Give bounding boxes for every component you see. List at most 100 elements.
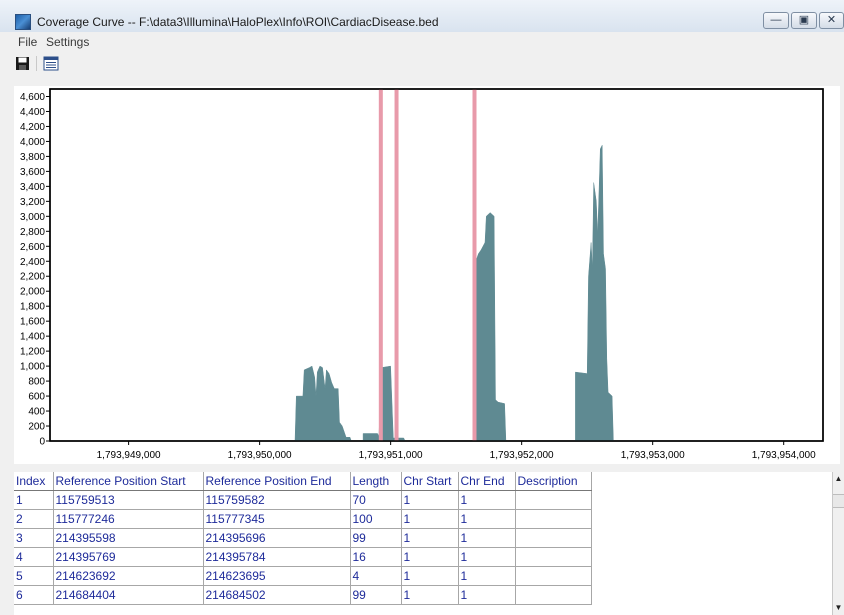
y-tick-label: 3,800: [20, 152, 45, 163]
table-cell[interactable]: 1: [458, 528, 516, 548]
table-row[interactable]: 6 214684404 214684502 99 1 1: [14, 585, 592, 605]
table-cell[interactable]: 214395784: [203, 547, 351, 567]
table-cell[interactable]: 3: [14, 528, 54, 548]
scroll-thumb[interactable]: [833, 494, 844, 508]
window-title: Coverage Curve -- F:\data3\Illumina\Halo…: [37, 15, 439, 29]
table-cell[interactable]: 214395696: [203, 528, 351, 548]
close-icon: ✕: [826, 14, 837, 26]
coverage-chart-svg: 0 200 400 600 800 1,000 1,200 1,400 1,600 1,800 2,…: [20, 88, 824, 461]
y-tick-label: 3,200: [20, 197, 45, 208]
table-cell[interactable]: 1: [401, 528, 459, 548]
y-tick-label: 2,600: [20, 242, 45, 253]
restore-button[interactable]: ▣: [791, 12, 817, 29]
column-header[interactable]: Reference Position End: [203, 472, 351, 491]
table-cell[interactable]: 99: [350, 585, 402, 605]
x-tick-label: 1,793,952,000: [490, 450, 554, 461]
menu-bar: File Settings: [0, 34, 844, 50]
menu-file[interactable]: File: [18, 35, 37, 49]
table-cell[interactable]: 1: [458, 547, 516, 567]
coverage-chart[interactable]: 0 200 400 600 800 1,000 1,200 1,400 1,600 1,800 2,…: [14, 86, 840, 464]
y-tick-label: 2,200: [20, 272, 45, 283]
table-cell[interactable]: [515, 528, 592, 548]
table-cell[interactable]: 70: [350, 490, 402, 510]
table-cell[interactable]: 1: [458, 585, 516, 605]
save-button[interactable]: [14, 55, 32, 72]
table-cell[interactable]: 214623695: [203, 566, 351, 586]
regions-table[interactable]: Index Reference Position Start Reference P…: [14, 472, 592, 605]
column-header[interactable]: Reference Position Start: [53, 472, 204, 491]
table-cell[interactable]: 115759582: [203, 490, 351, 510]
table-cell[interactable]: 115759513: [53, 490, 204, 510]
table-row[interactable]: 1 115759513 115759582 70 1 1: [14, 490, 592, 510]
x-tick-label: 1,793,950,000: [228, 450, 292, 461]
y-tick-label: 4,200: [20, 122, 45, 133]
y-tick-label: 4,400: [20, 107, 45, 118]
table-cell[interactable]: 100: [350, 509, 402, 529]
table-cell[interactable]: 1: [458, 566, 516, 586]
table-cell[interactable]: 5: [14, 566, 54, 586]
table-cell[interactable]: 1: [401, 585, 459, 605]
table-cell[interactable]: [515, 585, 592, 605]
table-row[interactable]: 5 214623692 214623695 4 1 1: [14, 566, 592, 586]
table-cell[interactable]: 1: [401, 566, 459, 586]
close-button[interactable]: ✕: [819, 12, 844, 29]
table-cell[interactable]: [515, 566, 592, 586]
table-view-button[interactable]: [42, 55, 60, 72]
table-header-row: Index Reference Position Start Reference P…: [14, 472, 592, 491]
y-tick-label: 4,600: [20, 92, 45, 103]
regions-table-container: Index Reference Position Start Reference P…: [14, 472, 832, 615]
table-cell[interactable]: 2: [14, 509, 54, 529]
y-tick-label: 2,400: [20, 257, 45, 268]
table-row[interactable]: 4 214395769 214395784 16 1 1: [14, 547, 592, 567]
y-tick-label: 1,200: [20, 347, 45, 358]
minimize-button[interactable]: —: [763, 12, 789, 29]
column-header[interactable]: Description: [515, 472, 592, 491]
scroll-up-icon[interactable]: ▲: [833, 472, 844, 486]
table-cell[interactable]: 214623692: [53, 566, 204, 586]
table-cell[interactable]: 16: [350, 547, 402, 567]
coverage-curve-window: Coverage Curve -- F:\data3\Illumina\Halo…: [0, 0, 844, 615]
plot-frame: [49, 88, 824, 442]
y-tick-label: 2,800: [20, 227, 45, 238]
x-tick-label: 1,793,954,000: [752, 450, 816, 461]
table-cell[interactable]: 115777345: [203, 509, 351, 529]
table-cell[interactable]: 214395769: [53, 547, 204, 567]
y-tick-label: 2,000: [20, 287, 45, 298]
title-bar[interactable]: Coverage Curve -- F:\data3\Illumina\Halo…: [0, 0, 844, 32]
table-cell[interactable]: 1: [458, 490, 516, 510]
table-cell[interactable]: 1: [401, 509, 459, 529]
table-scrollbar[interactable]: ▲ ▼: [832, 472, 844, 615]
table-cell[interactable]: 214684502: [203, 585, 351, 605]
column-header[interactable]: Chr Start: [401, 472, 459, 491]
table-row[interactable]: 2 115777246 115777345 100 1 1: [14, 509, 592, 529]
scroll-down-icon[interactable]: ▼: [833, 601, 844, 615]
table-cell[interactable]: 115777246: [53, 509, 204, 529]
table-row[interactable]: 3 214395598 214395696 99 1 1: [14, 528, 592, 548]
table-cell[interactable]: 1: [458, 509, 516, 529]
table-cell[interactable]: 4: [350, 566, 402, 586]
table-cell[interactable]: 4: [14, 547, 54, 567]
column-header[interactable]: Index: [14, 472, 54, 491]
save-icon: [16, 57, 29, 70]
roi-marker-line: [472, 89, 477, 441]
restore-icon: ▣: [798, 14, 810, 26]
table-cell[interactable]: 6: [14, 585, 54, 605]
table-cell[interactable]: [515, 490, 592, 510]
column-header[interactable]: Chr End: [458, 472, 516, 491]
y-tick-label: 1,400: [20, 332, 45, 343]
table-cell[interactable]: 1: [14, 490, 54, 510]
table-cell[interactable]: 214684404: [53, 585, 204, 605]
menu-settings[interactable]: Settings: [46, 35, 89, 49]
column-header[interactable]: Length: [350, 472, 402, 491]
y-tick-label: 200: [28, 422, 45, 433]
roi-marker-line: [378, 89, 383, 441]
y-tick-label: 4,000: [20, 137, 45, 148]
table-cell[interactable]: 214395598: [53, 528, 204, 548]
table-cell[interactable]: [515, 547, 592, 567]
table-cell[interactable]: 1: [401, 547, 459, 567]
table-cell[interactable]: 99: [350, 528, 402, 548]
table-cell[interactable]: [515, 509, 592, 529]
minimize-icon: —: [770, 14, 782, 26]
y-tick-label: 0: [39, 437, 45, 448]
table-cell[interactable]: 1: [401, 490, 459, 510]
